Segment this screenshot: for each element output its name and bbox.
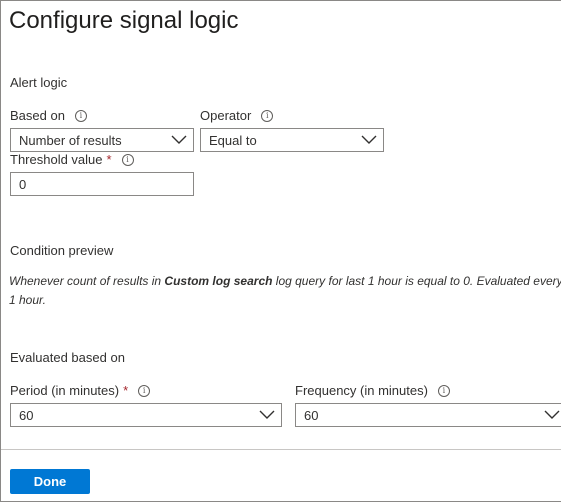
condition-preview-text: Whenever count of results in Custom log … xyxy=(9,272,561,310)
threshold-value: 0 xyxy=(19,176,27,192)
operator-label-text: Operator xyxy=(200,108,252,123)
operator-value: Equal to xyxy=(209,132,257,148)
info-icon[interactable]: i xyxy=(138,384,151,397)
chevron-down-icon xyxy=(171,135,187,144)
signal-logic-panel: Configure signal logic Alert logic Based… xyxy=(0,0,561,502)
chevron-down-icon xyxy=(361,135,377,144)
frequency-label-text: Frequency (in minutes) xyxy=(295,383,428,398)
frequency-value: 60 xyxy=(304,407,319,423)
period-value: 60 xyxy=(19,407,34,423)
threshold-input[interactable]: 0 xyxy=(10,172,194,196)
threshold-label-text: Threshold value xyxy=(10,152,103,167)
period-dropdown[interactable]: 60 xyxy=(10,403,282,427)
operator-label: Operator i xyxy=(200,108,274,123)
frequency-dropdown[interactable]: 60 xyxy=(295,403,561,427)
chevron-down-icon xyxy=(259,410,275,419)
period-label: Period (in minutes) * i xyxy=(10,383,151,398)
alert-logic-heading: Alert logic xyxy=(10,75,68,90)
required-asterisk: * xyxy=(106,152,112,167)
based-on-dropdown[interactable]: Number of results xyxy=(10,128,194,152)
frequency-label: Frequency (in minutes) i xyxy=(295,383,450,398)
info-icon[interactable]: i xyxy=(261,109,274,122)
page-title: Configure signal logic xyxy=(9,7,239,34)
footer-divider xyxy=(1,449,561,450)
threshold-label: Threshold value * i xyxy=(10,152,134,167)
chevron-down-icon xyxy=(544,410,560,419)
condition-preview-heading: Condition preview xyxy=(10,243,114,258)
evaluated-heading: Evaluated based on xyxy=(10,350,125,365)
preview-text-prefix: Whenever count of results in xyxy=(9,274,165,288)
based-on-label-text: Based on xyxy=(10,108,65,123)
operator-dropdown[interactable]: Equal to xyxy=(200,128,384,152)
based-on-label: Based on i xyxy=(10,108,87,123)
info-icon[interactable]: i xyxy=(74,109,87,122)
info-icon[interactable]: i xyxy=(121,153,134,166)
done-button[interactable]: Done xyxy=(10,469,90,494)
based-on-value: Number of results xyxy=(19,132,122,148)
period-label-text: Period (in minutes) xyxy=(10,383,120,398)
preview-query-name: Custom log search xyxy=(164,274,273,288)
info-icon[interactable]: i xyxy=(437,384,450,397)
required-asterisk: * xyxy=(123,383,129,398)
